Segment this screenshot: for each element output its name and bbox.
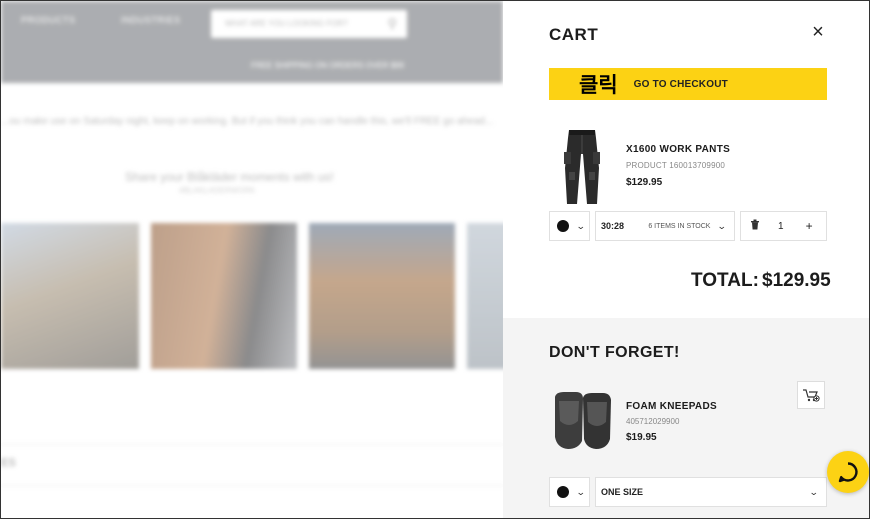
size-value: 30:28	[601, 221, 625, 231]
click-overlay-text: 클릭	[579, 74, 618, 97]
kneepads-price: $19.95	[626, 432, 657, 443]
size-select[interactable]: 30:28 6 ITEMS IN STOCK ⌄	[595, 211, 735, 241]
checkout-label: GO TO CHECKOUT	[633, 78, 728, 90]
screen: PRODUCTS INDUSTRIES WHAT ARE YOU LOOKING…	[0, 0, 870, 519]
trash-icon[interactable]	[750, 219, 760, 233]
stock-status: 6 ITEMS IN STOCK	[648, 222, 711, 230]
add-to-cart-button[interactable]	[797, 381, 825, 409]
cart-title: CART	[549, 25, 599, 44]
work-pants-image[interactable]	[563, 128, 601, 206]
quantity-stepper: 1 +	[740, 211, 827, 241]
dont-forget-title: DON'T FORGET!	[549, 344, 680, 361]
checkout-button[interactable]: 클릭 GO TO CHECKOUT	[549, 68, 827, 100]
chat-button[interactable]	[827, 451, 869, 493]
size-value: ONE SIZE	[601, 487, 644, 497]
cart-drawer: CART × 클릭 GO TO CHECKOUT X1600 WORK PANT…	[503, 1, 869, 518]
product-price: $129.95	[626, 177, 663, 188]
modal-overlay[interactable]	[1, 1, 503, 518]
total-label: TOTAL:	[691, 270, 759, 291]
quantity-value[interactable]: 1	[778, 221, 784, 232]
color-select[interactable]: ⌄	[549, 211, 590, 241]
total-value: $129.95	[762, 270, 831, 291]
cart-add-icon	[803, 389, 820, 402]
kneepads-code: 405712029900	[626, 417, 680, 426]
dont-forget-section: DON'T FORGET! FOAM KNEEPADS 405712029900…	[503, 318, 869, 518]
color-swatch	[557, 486, 569, 498]
kneepads-name[interactable]: FOAM KNEEPADS	[626, 401, 717, 412]
chevron-down-icon: ⌄	[575, 220, 586, 231]
chat-icon	[838, 462, 858, 483]
plus-icon[interactable]: +	[806, 219, 813, 233]
product-name[interactable]: X1600 WORK PANTS	[626, 144, 730, 155]
color-swatch	[557, 220, 569, 232]
kneepads-image[interactable]	[552, 391, 614, 451]
product-code: PRODUCT 160013709900	[626, 161, 726, 170]
chevron-down-icon: ⌄	[809, 486, 820, 497]
kneepads-color-select[interactable]: ⌄	[549, 477, 590, 507]
close-icon[interactable]: ×	[808, 22, 828, 42]
kneepads-size-select[interactable]: ONE SIZE ⌄	[595, 477, 827, 507]
background-page: PRODUCTS INDUSTRIES WHAT ARE YOU LOOKING…	[1, 1, 503, 518]
chevron-down-icon: ⌄	[575, 486, 586, 497]
chevron-down-icon: ⌄	[717, 220, 728, 231]
